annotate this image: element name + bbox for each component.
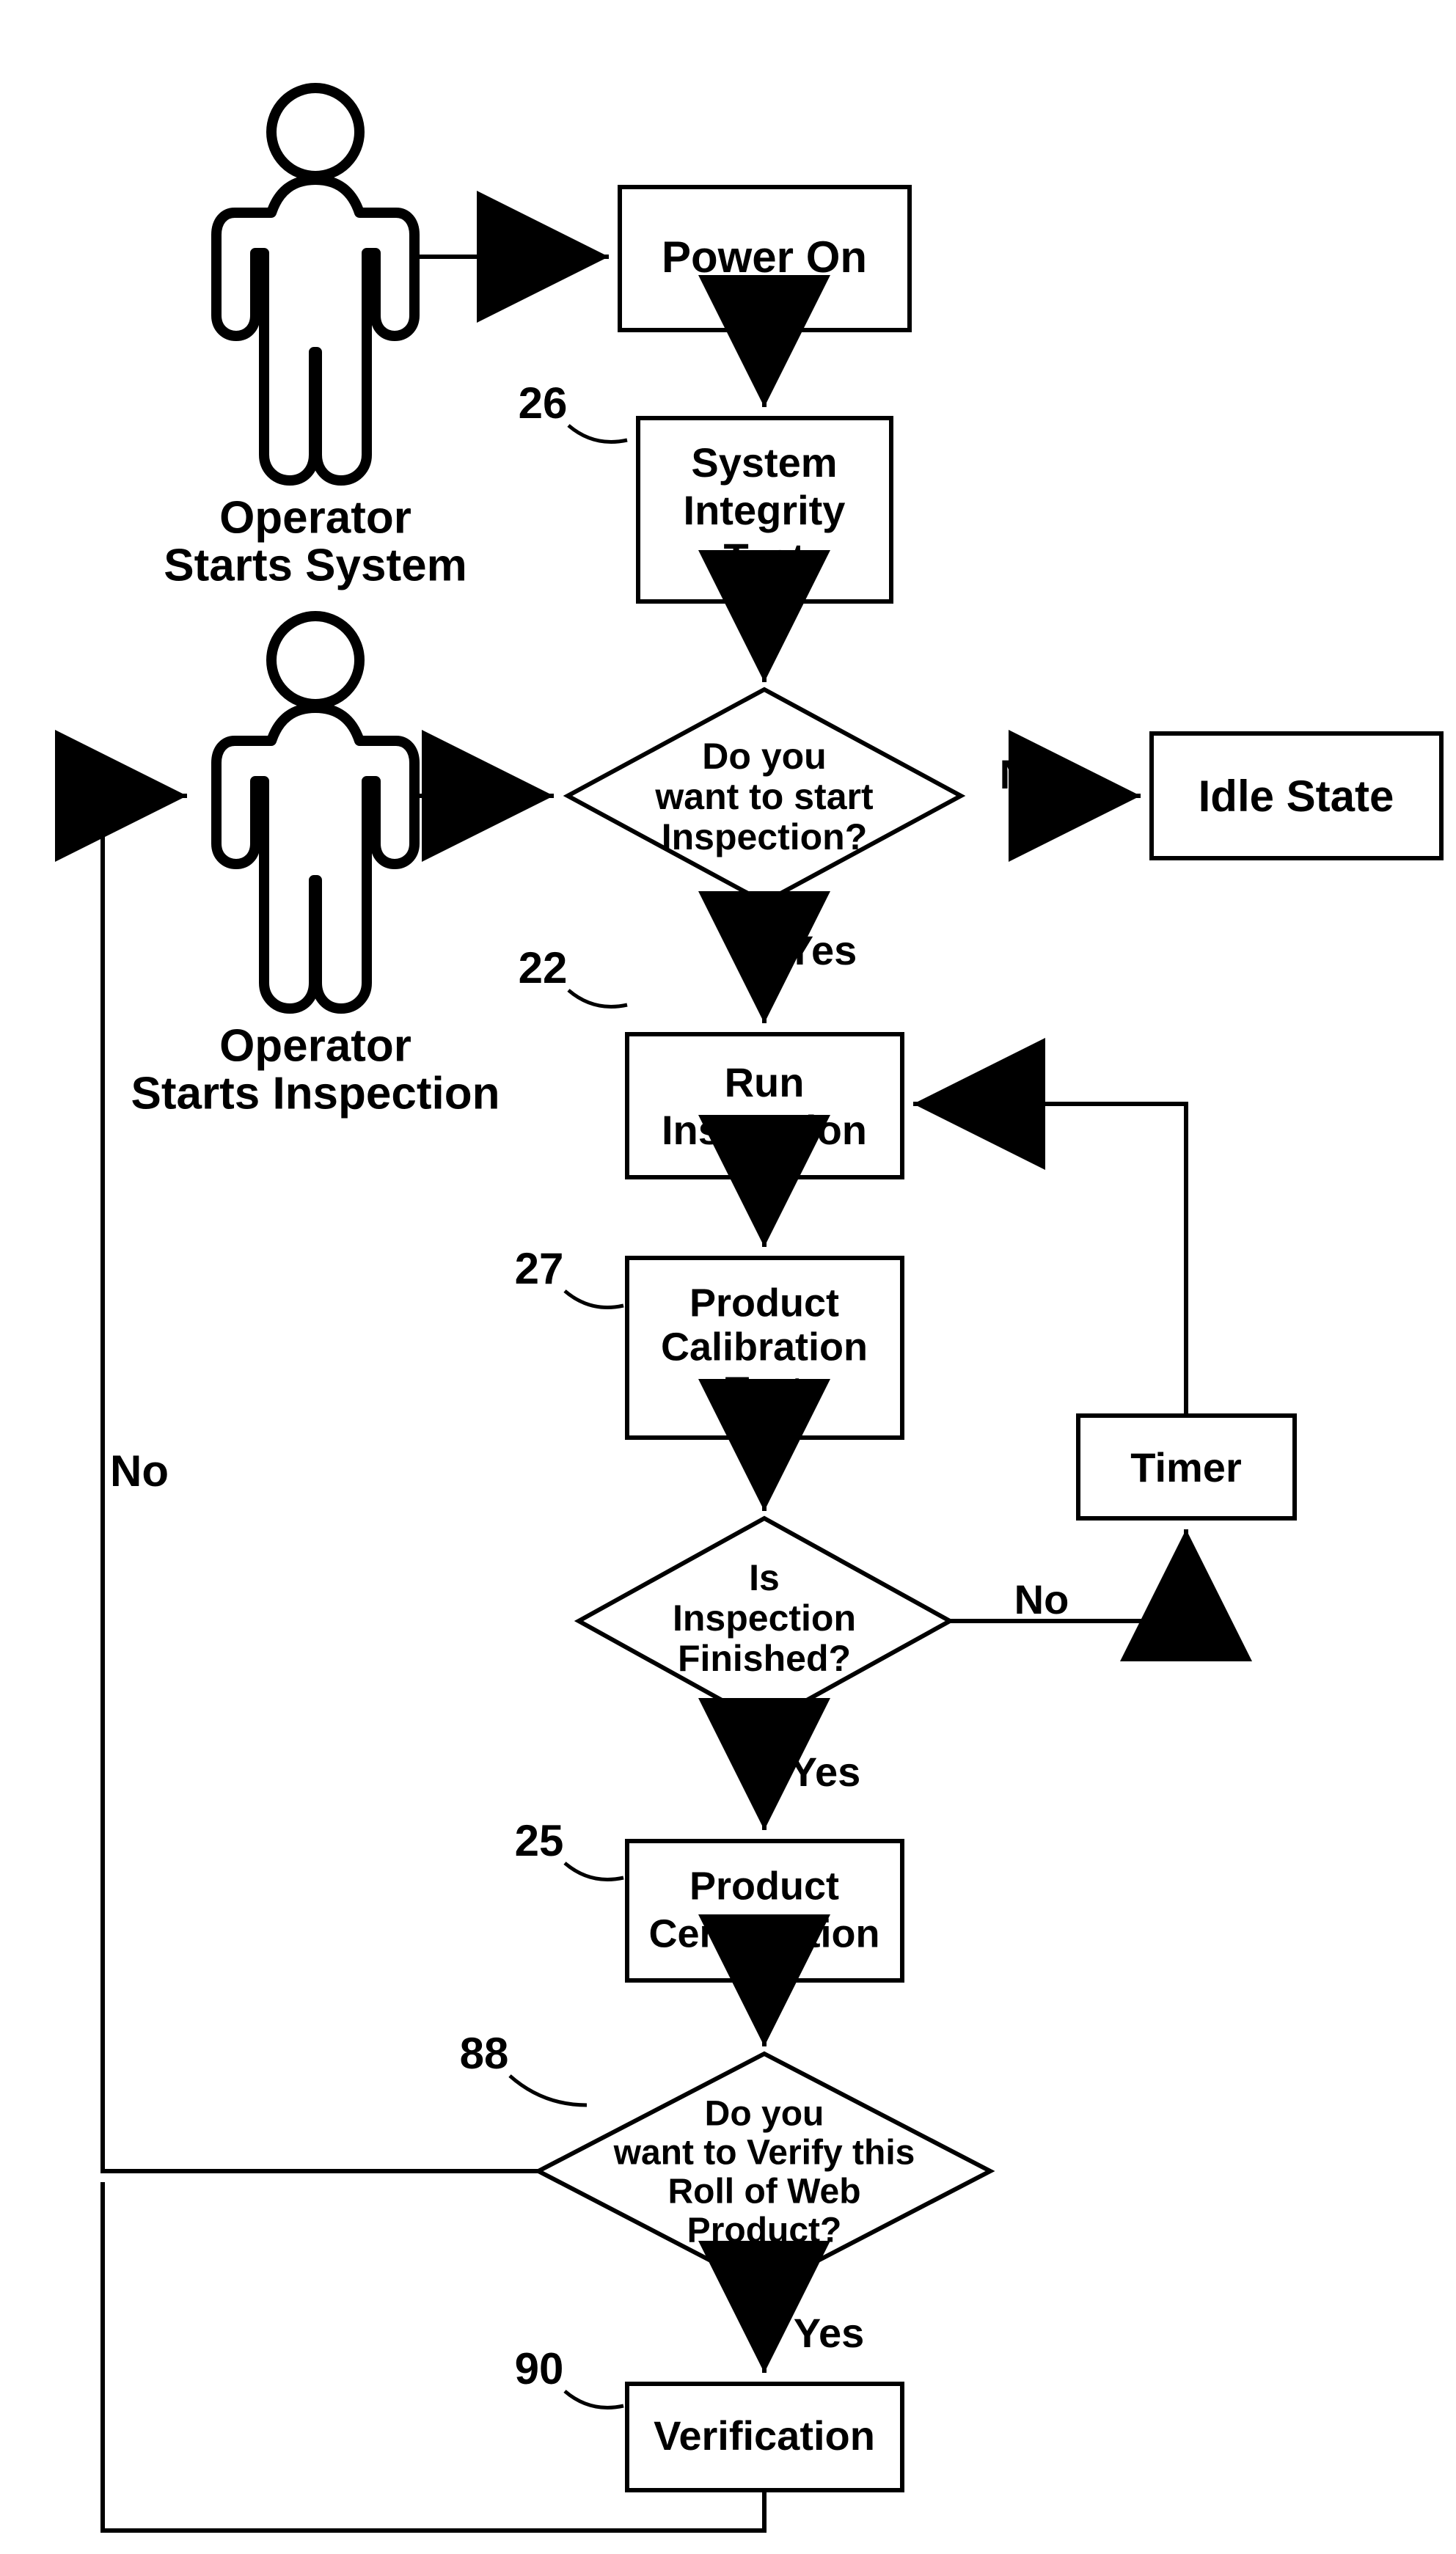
flowchart-diagram: Operator Starts System Power On System I… <box>0 0 1456 2554</box>
run-inspection-box <box>627 1034 902 1177</box>
product-certification-box <box>627 1841 902 1980</box>
ref-88: 88 <box>460 2029 509 2078</box>
lead-25 <box>565 1863 623 1880</box>
d1-l1: Do you <box>702 736 826 777</box>
ref-27: 27 <box>515 1244 564 1293</box>
d2-l2: Inspection <box>673 1598 856 1639</box>
operator2-label-l2: Starts Inspection <box>131 1068 500 1119</box>
lead-90 <box>565 2391 623 2408</box>
operator1-label-l2: Starts System <box>164 540 467 590</box>
d3-no: No <box>110 1446 169 1496</box>
d3-l3: Roll of Web <box>667 2173 860 2211</box>
ref-90: 90 <box>515 2344 564 2393</box>
run-l1: Run <box>725 1059 805 1105</box>
d3-l4: Product? <box>687 2211 842 2250</box>
cert-l2: Certification <box>648 1911 879 1955</box>
d2-no: No <box>1014 1576 1069 1622</box>
ref-25: 25 <box>515 1816 564 1865</box>
d1-l3: Inspection? <box>662 816 868 857</box>
lead-26 <box>568 425 627 442</box>
d3-yes: Yes <box>794 2310 865 2356</box>
cal-l2: Calibration <box>661 1325 868 1369</box>
d1-yes: Yes <box>786 927 857 973</box>
cal-l1: Product <box>689 1281 839 1325</box>
run-l2: Inspection <box>662 1107 867 1153</box>
d2-l3: Finished? <box>678 1638 851 1679</box>
lead-22 <box>568 990 627 1007</box>
timer-text: Timer <box>1130 1444 1241 1490</box>
lead-27 <box>565 1291 623 1308</box>
d1-l2: want to start <box>654 776 874 817</box>
d3-l1: Do you <box>705 2095 824 2134</box>
operator-icon-2 <box>216 616 414 1009</box>
sit-l1: System <box>691 439 837 486</box>
d3-l2: want to Verify this <box>613 2134 915 2173</box>
d2-l1: Is <box>749 1557 780 1598</box>
d2-yes: Yes <box>790 1749 861 1795</box>
operator2-label-l1: Operator <box>219 1020 411 1071</box>
ref-22: 22 <box>519 943 568 992</box>
lead-88 <box>510 2076 587 2105</box>
verification-text: Verification <box>654 2412 875 2459</box>
cal-l3: Test <box>725 1369 803 1413</box>
operator1-label-l1: Operator <box>219 492 411 543</box>
arrow-timer-run <box>913 1104 1186 1416</box>
ref-26: 26 <box>519 378 568 428</box>
idle-state-text: Idle State <box>1199 772 1394 821</box>
sit-l3: Test <box>724 535 805 581</box>
d1-no: No <box>1000 751 1055 797</box>
cert-l1: Product <box>689 1864 839 1908</box>
operator-icon-1 <box>216 88 414 480</box>
sit-l2: Integrity <box>684 487 846 533</box>
power-on-text: Power On <box>662 233 867 282</box>
